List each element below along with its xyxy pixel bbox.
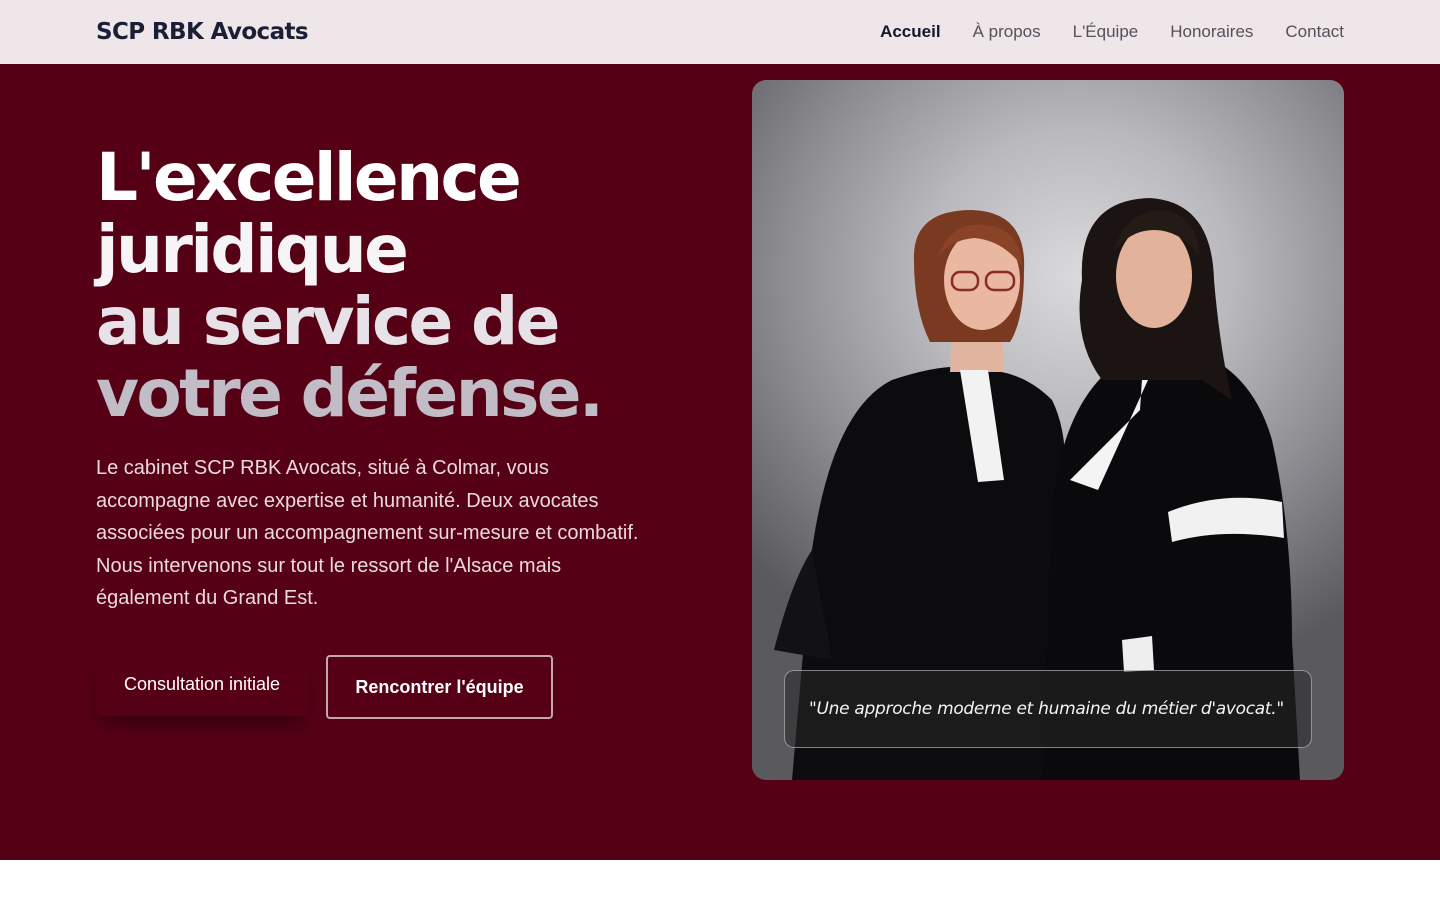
headline-line-4: votre défense. <box>96 355 604 432</box>
nav-item-accueil[interactable]: Accueil <box>880 22 940 42</box>
firm-quote: "Une approche moderne et humaine du méti… <box>809 699 1284 719</box>
hero-section: L'excellence juridique au service de vot… <box>0 64 1440 860</box>
nav-item-honoraires[interactable]: Honoraires <box>1170 22 1253 42</box>
headline-line-1: L'excellence <box>96 139 522 216</box>
quote-card: "Une approche moderne et humaine du méti… <box>784 670 1312 748</box>
site-header: SCP RBK Avocats Accueil À propos L'Équip… <box>0 0 1440 64</box>
nav-item-contact[interactable]: Contact <box>1285 22 1344 42</box>
nav-item-equipe[interactable]: L'Équipe <box>1073 22 1139 42</box>
headline-line-3: au service de <box>96 283 560 360</box>
brand-logo-text[interactable]: SCP RBK Avocats <box>96 19 309 45</box>
consultation-button[interactable]: Consultation initiale <box>96 652 308 716</box>
team-photo: "Une approche moderne et humaine du méti… <box>752 80 1344 780</box>
meet-team-button[interactable]: Rencontrer l'équipe <box>326 655 553 719</box>
hero-lead-paragraph: Le cabinet SCP RBK Avocats, situé à Colm… <box>96 457 639 609</box>
hero-headline: L'excellence juridique au service de vot… <box>96 142 716 430</box>
main-nav: Accueil À propos L'Équipe Honoraires Con… <box>880 22 1344 42</box>
headline-line-2: juridique <box>96 211 409 288</box>
nav-item-a-propos[interactable]: À propos <box>973 22 1041 42</box>
